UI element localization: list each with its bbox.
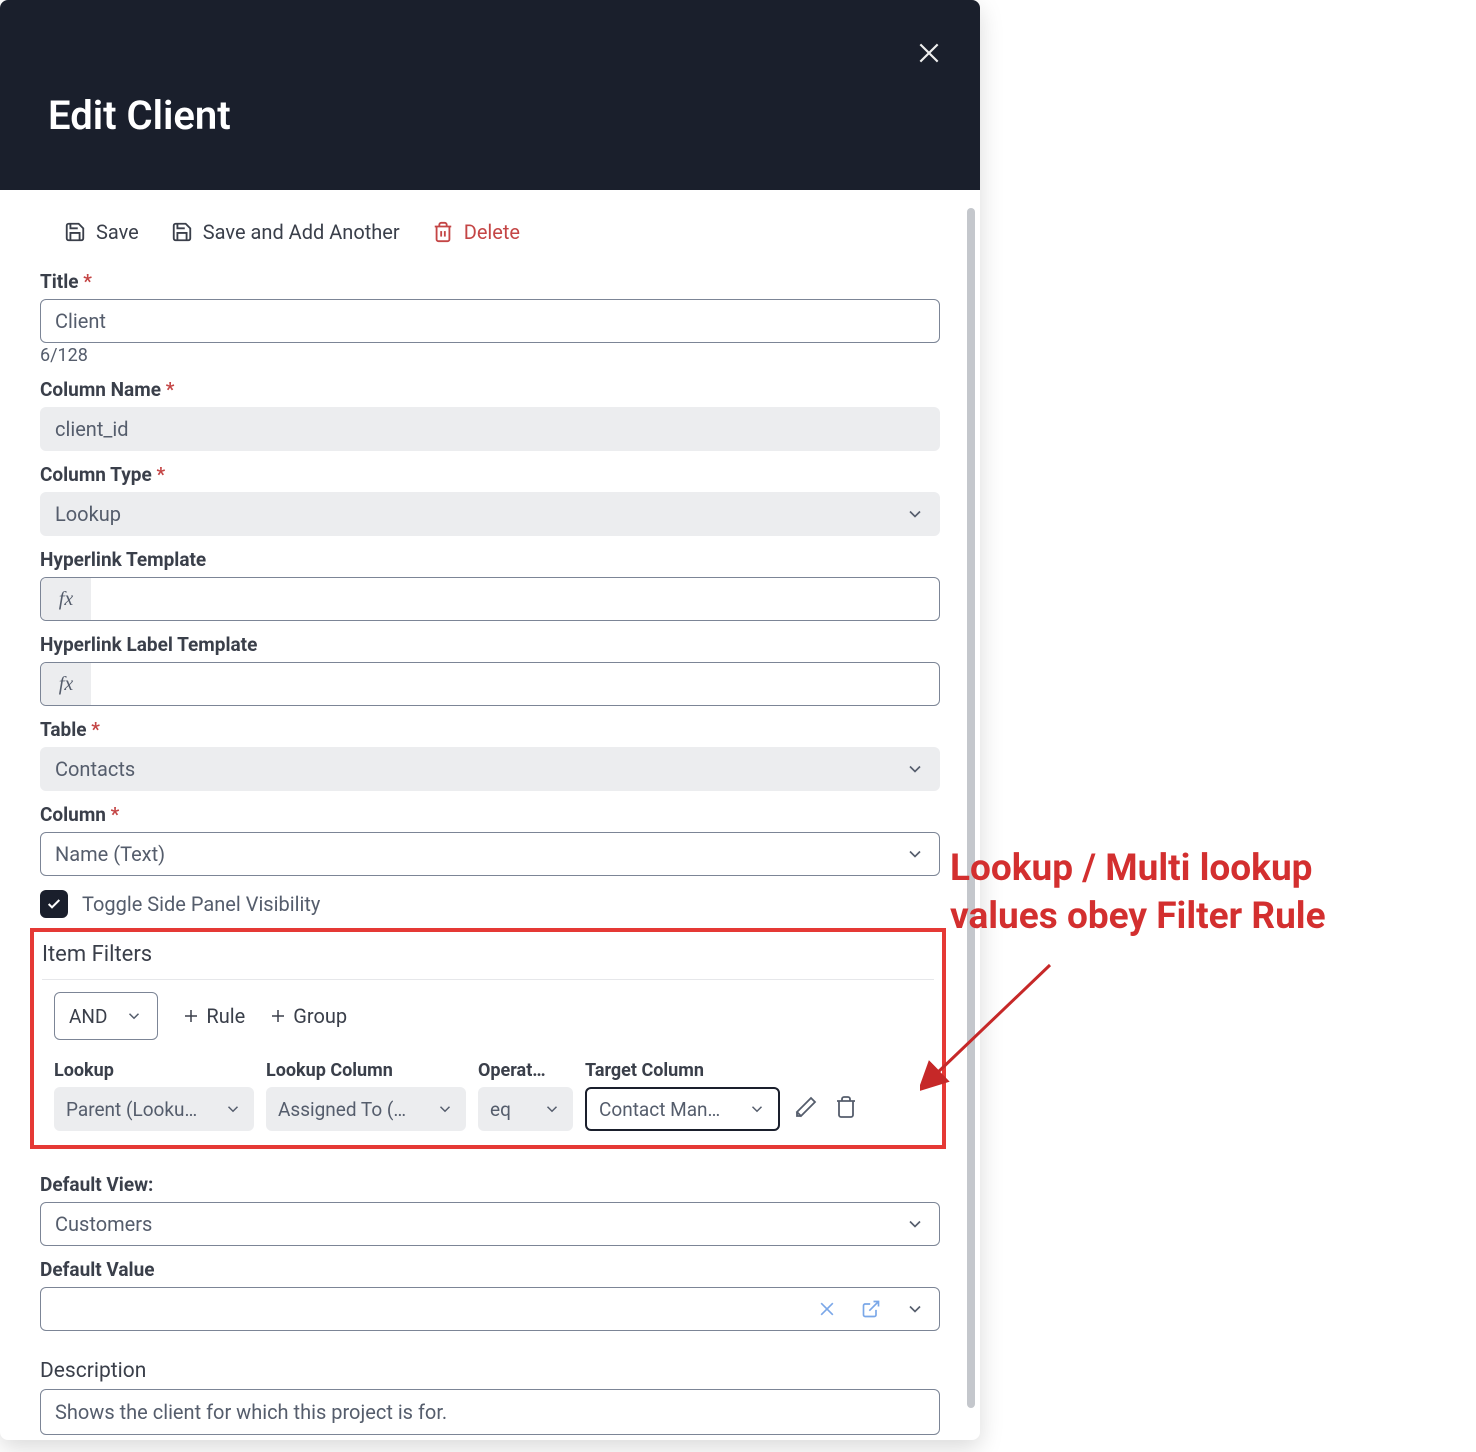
chevron-down-icon xyxy=(543,1100,561,1118)
operator-select[interactable]: eq xyxy=(478,1087,573,1131)
fx-icon: fx xyxy=(41,663,91,705)
lookup-column-select[interactable]: Assigned To (… xyxy=(266,1087,466,1131)
chevron-down-icon xyxy=(905,759,925,779)
toggle-side-panel-checkbox[interactable] xyxy=(40,890,68,918)
add-rule-button[interactable]: Rule xyxy=(182,1004,245,1028)
save-button[interactable]: Save xyxy=(64,220,139,244)
operator-header: Operat… xyxy=(478,1060,573,1081)
save-label: Save xyxy=(96,220,139,244)
close-icon xyxy=(916,40,942,66)
annotation-line1: Lookup / Multi lookup xyxy=(950,847,1312,890)
chevron-down-icon xyxy=(224,1100,242,1118)
column-label: Column * xyxy=(40,803,940,826)
toggle-side-panel-row: Toggle Side Panel Visibility xyxy=(40,890,940,918)
pencil-icon xyxy=(794,1095,818,1119)
save-icon xyxy=(171,221,193,243)
lookup-column-header: Lookup Column xyxy=(266,1060,466,1081)
item-filters-heading: Item Filters xyxy=(42,942,934,967)
panel-body: Save Save and Add Another Delete Title *… xyxy=(0,190,980,1440)
table-label: Table * xyxy=(40,718,940,741)
toolbar: Save Save and Add Another Delete xyxy=(40,220,940,244)
chevron-down-icon xyxy=(905,844,925,864)
hyperlink-label-template-input[interactable]: fx xyxy=(40,662,940,706)
delete-rule-button[interactable] xyxy=(832,1093,860,1121)
toggle-side-panel-label: Toggle Side Panel Visibility xyxy=(82,892,320,916)
title-input[interactable]: Client xyxy=(40,299,940,343)
column-select[interactable]: Name (Text) xyxy=(40,832,940,876)
title-label: Title * xyxy=(40,270,940,293)
delete-label: Delete xyxy=(464,220,520,244)
filter-rule-row: Lookup Parent (Looku… Lookup Column Assi… xyxy=(42,1060,934,1131)
delete-button[interactable]: Delete xyxy=(432,220,520,244)
external-link-icon[interactable] xyxy=(861,1299,881,1319)
chevron-down-icon xyxy=(748,1100,766,1118)
edit-rule-button[interactable] xyxy=(792,1093,820,1121)
chevron-down-icon xyxy=(905,504,925,524)
title-counter: 6/128 xyxy=(40,345,940,366)
default-view-label: Default View: xyxy=(40,1173,940,1196)
plus-icon xyxy=(182,1007,200,1025)
column-name-label: Column Name * xyxy=(40,378,940,401)
hyperlink-label-template-label: Hyperlink Label Template xyxy=(40,633,940,656)
description-label: Description xyxy=(40,1359,940,1383)
column-type-select[interactable]: Lookup xyxy=(40,492,940,536)
column-type-label: Column Type * xyxy=(40,463,940,486)
trash-icon xyxy=(432,221,454,243)
chevron-down-icon xyxy=(905,1299,925,1319)
annotation-callout: Lookup / Multi lookup values obey Filter… xyxy=(950,845,1450,941)
check-icon xyxy=(46,896,62,912)
clear-icon[interactable] xyxy=(817,1299,837,1319)
default-view-select[interactable]: Customers xyxy=(40,1202,940,1246)
add-group-button[interactable]: Group xyxy=(269,1004,347,1028)
chevron-down-icon xyxy=(436,1100,454,1118)
default-value-label: Default Value xyxy=(40,1258,940,1281)
lookup-header: Lookup xyxy=(54,1060,254,1081)
column-name-input: client_id xyxy=(40,407,940,451)
chevron-down-icon xyxy=(905,1214,925,1234)
scrollbar[interactable] xyxy=(967,208,975,1408)
default-value-input[interactable] xyxy=(40,1287,940,1331)
chevron-down-icon xyxy=(125,1007,143,1025)
item-filters-highlight: Item Filters AND Rule Group Lookup xyxy=(30,928,946,1149)
target-column-select[interactable]: Contact Man… xyxy=(585,1087,780,1131)
annotation-arrow-icon xyxy=(920,945,1060,1105)
annotation-line2: values obey Filter Rule xyxy=(950,895,1326,938)
description-input[interactable]: Shows the client for which this project … xyxy=(40,1389,940,1435)
save-add-another-button[interactable]: Save and Add Another xyxy=(171,220,400,244)
fx-icon: fx xyxy=(41,578,91,620)
edit-client-panel: Edit Client Save Save and Add Another De… xyxy=(0,0,980,1440)
panel-title: Edit Client xyxy=(48,92,944,139)
hyperlink-template-input[interactable]: fx xyxy=(40,577,940,621)
trash-icon xyxy=(834,1095,858,1119)
plus-icon xyxy=(269,1007,287,1025)
panel-header: Edit Client xyxy=(0,0,980,190)
close-button[interactable] xyxy=(914,38,944,68)
filter-conjunction-select[interactable]: AND xyxy=(54,992,158,1040)
target-column-header: Target Column xyxy=(585,1060,780,1081)
lookup-select[interactable]: Parent (Looku… xyxy=(54,1087,254,1131)
save-icon xyxy=(64,221,86,243)
table-select[interactable]: Contacts xyxy=(40,747,940,791)
hyperlink-template-label: Hyperlink Template xyxy=(40,548,940,571)
save-add-label: Save and Add Another xyxy=(203,220,400,244)
